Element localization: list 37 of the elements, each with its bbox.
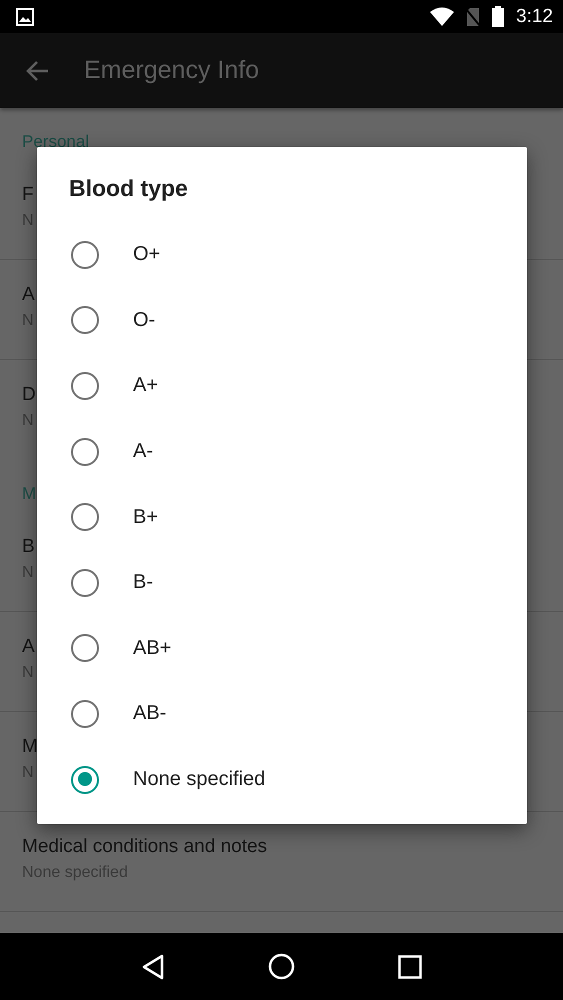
radio-button[interactable]: [71, 568, 99, 597]
radio-button[interactable]: [71, 372, 99, 400]
radio-button[interactable]: [71, 438, 99, 466]
setting-title: Medical conditions and notes: [22, 836, 268, 858]
option-label[interactable]: AB-: [133, 702, 166, 726]
image-notification-icon: [16, 8, 34, 26]
radio-button[interactable]: [71, 634, 99, 662]
option-label[interactable]: O-: [133, 308, 156, 332]
setting-title: A: [22, 284, 35, 306]
section-header: Personal: [22, 132, 90, 151]
setting-title: A: [22, 636, 35, 658]
setting-title: F: [22, 184, 34, 206]
radio-button[interactable]: [71, 503, 99, 532]
option-label[interactable]: B-: [133, 571, 153, 594]
radio-button[interactable]: [71, 766, 99, 794]
setting-title: B: [22, 536, 35, 558]
no-sim-icon: [466, 6, 480, 26]
option-label[interactable]: A+: [133, 374, 158, 398]
option-label[interactable]: B+: [133, 506, 158, 529]
option-label[interactable]: AB+: [133, 636, 172, 660]
radio-button[interactable]: [71, 306, 99, 334]
option-label[interactable]: A-: [133, 440, 153, 464]
setting-title: D: [22, 384, 36, 406]
radio-button[interactable]: [71, 240, 99, 269]
radio-button[interactable]: [71, 700, 99, 728]
back-icon[interactable]: [141, 954, 166, 980]
battery-icon: [492, 6, 504, 27]
screen-title: Emergency Info: [84, 56, 260, 85]
recents-icon[interactable]: [398, 954, 422, 978]
clock-time: 3:12: [516, 6, 553, 28]
wifi-icon: [430, 6, 454, 26]
dialog-title: Blood type: [68, 175, 189, 203]
setting-title: M: [22, 736, 38, 758]
section-header: M: [22, 484, 36, 503]
option-label[interactable]: O+: [133, 243, 160, 266]
option-label[interactable]: None specified: [133, 768, 266, 792]
home-icon[interactable]: [268, 953, 295, 980]
